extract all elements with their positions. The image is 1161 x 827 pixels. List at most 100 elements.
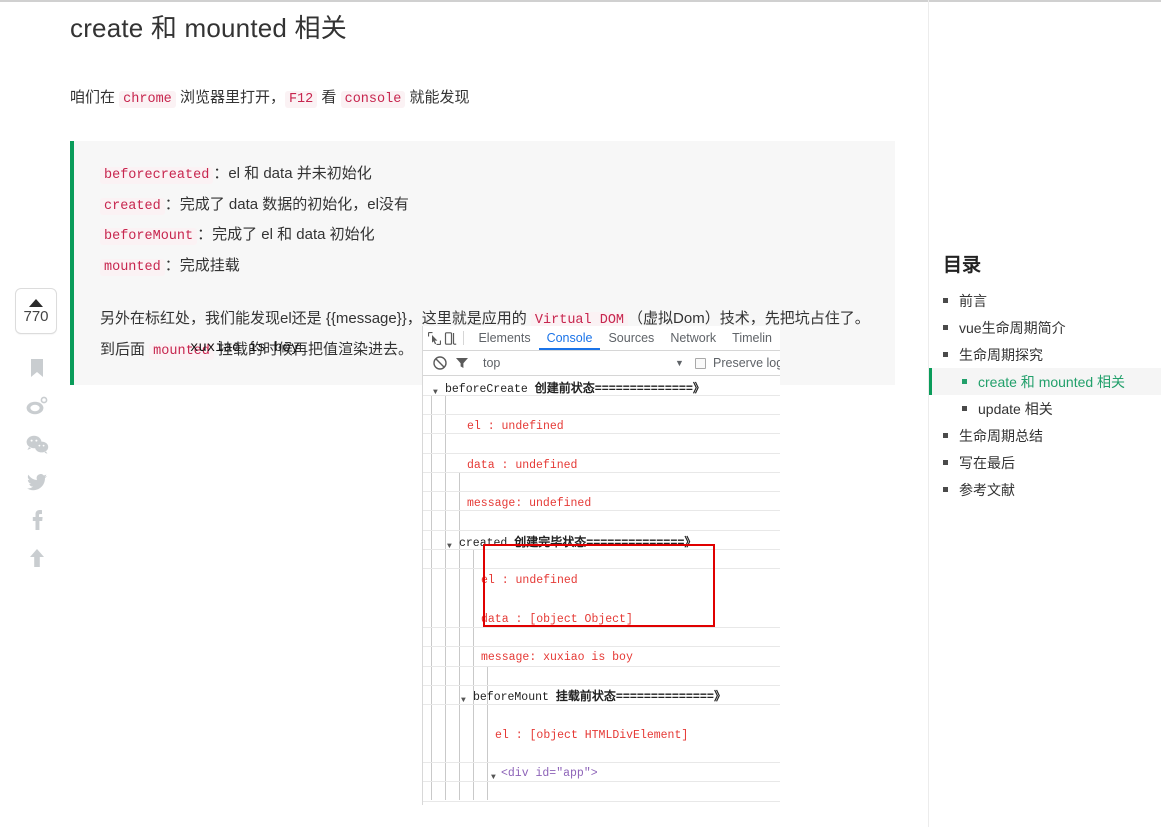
tab-sources[interactable]: Sources	[600, 326, 662, 350]
console-row-divider	[423, 666, 780, 667]
note-para-text-2: （虚拟Dom）技术，先把坑占住了。	[628, 309, 870, 327]
code-beforecreated: beforecreated	[100, 166, 214, 184]
intro-text-3: 看	[317, 89, 341, 106]
intro-text-1: 咱们在	[70, 89, 120, 106]
intro-text-2: 浏览器里打开，	[175, 89, 285, 106]
devtools-filterbar: top ▼ Preserve log	[423, 351, 780, 376]
clear-console-icon[interactable]	[429, 353, 451, 373]
toc-item-label: 前言	[959, 292, 987, 309]
vote-button[interactable]: 770	[15, 288, 57, 334]
preserve-log-label: Preserve log	[713, 356, 780, 370]
weibo-icon[interactable]	[25, 394, 49, 418]
console-log-row: el : [object HTMLDivElement]	[423, 725, 780, 744]
console-row-divider	[423, 781, 780, 782]
upvote-arrow-icon	[29, 298, 43, 307]
bullet-icon	[943, 487, 948, 492]
group-guide-line	[459, 472, 460, 800]
note-line-text: ：el 和 data 并未初始化	[213, 164, 372, 182]
code-created: created	[100, 197, 165, 215]
chevron-expanded-icon[interactable]: ▼	[461, 691, 466, 710]
bookmark-icon[interactable]	[25, 356, 49, 380]
tab-timeline[interactable]: Timelin	[724, 326, 780, 350]
console-row-divider	[423, 704, 780, 705]
toc-item-label: 生命周期总结	[959, 427, 1043, 444]
wechat-icon[interactable]	[25, 432, 49, 456]
code-console: console	[340, 91, 406, 108]
devtools-screenshot: Elements Console Sources Network Timelin…	[422, 326, 780, 805]
toc-item-update[interactable]: update 相关	[929, 395, 1161, 422]
demo-render-output: xuxiao is boy	[190, 340, 300, 356]
tab-elements[interactable]: Elements	[470, 326, 538, 350]
note-line: beforecreated ：el 和 data 并未初始化	[100, 159, 873, 190]
toc-item-label: 生命周期探究	[959, 346, 1043, 363]
chevron-expanded-icon[interactable]: ▼	[433, 383, 438, 402]
code-f12: F12	[284, 91, 318, 108]
facebook-icon[interactable]	[25, 508, 49, 532]
console-row-divider	[423, 433, 780, 434]
console-row-divider	[423, 491, 780, 492]
console-row-divider	[423, 530, 780, 531]
chevron-expanded-icon[interactable]: ▼	[447, 537, 452, 556]
console-row-divider	[423, 453, 780, 454]
console-row-divider	[423, 395, 780, 396]
console-log-key: message: xuxiao is boy	[481, 651, 633, 665]
toc-item-preface[interactable]: 前言	[929, 287, 1161, 314]
preserve-log-checkbox[interactable]	[695, 357, 706, 369]
note-line: mounted ：完成挂载	[100, 251, 873, 282]
console-log-row: data : undefined	[423, 455, 780, 474]
console-row-divider	[423, 801, 780, 802]
highlight-box	[483, 544, 715, 627]
toc-item-lifecycle-summary[interactable]: 生命周期总结	[929, 422, 1161, 449]
note-para-text-1: 另外在标红处，我们能发现el还是 {{message}}，这里就是应用的	[100, 309, 531, 327]
tab-network[interactable]: Network	[662, 326, 724, 350]
console-row-divider	[423, 685, 780, 686]
console-dom-inner: <p>{{ message }}</p>	[519, 802, 657, 805]
tab-console[interactable]: Console	[539, 326, 601, 350]
note-para-text-3: 到后面	[100, 340, 150, 358]
console-dom-row[interactable]: ▼ <div id="app">	[423, 763, 780, 782]
console-row-divider	[423, 510, 780, 511]
console-row-divider	[423, 627, 780, 628]
intro-text-4: 就能发现	[405, 89, 470, 106]
bullet-icon	[962, 406, 967, 411]
twitter-icon[interactable]	[25, 470, 49, 494]
inspect-element-icon[interactable]	[427, 328, 443, 348]
console-row-divider	[423, 762, 780, 763]
code-mounted: mounted	[100, 259, 165, 277]
note-line-text: ：完成了 data 数据的初始化，el没有	[164, 195, 409, 213]
bullet-icon	[943, 298, 948, 303]
toc-item-references[interactable]: 参考文献	[929, 476, 1161, 503]
console-group-header[interactable]: ▼ beforeMount 挂载前状态==============》	[423, 686, 780, 705]
intro-paragraph: 咱们在 chrome 浏览器里打开， F12 看 console 就能发现	[70, 85, 915, 112]
console-group-title: beforeCreate 创建前状态==============》	[445, 381, 705, 396]
filter-icon[interactable]	[451, 353, 473, 373]
bullet-icon	[943, 460, 948, 465]
note-line-text: ：完成挂载	[164, 257, 240, 275]
bullet-icon	[943, 433, 948, 438]
console-log-key: el : [object HTMLDivElement]	[495, 728, 689, 742]
code-beforemount: beforeMount	[100, 228, 198, 246]
console-output: ▼ beforeCreate 创建前状态==============》 el :…	[423, 376, 780, 803]
devtools-tabbar: Elements Console Sources Network Timelin	[423, 326, 780, 351]
back-to-top-icon[interactable]	[25, 546, 49, 570]
console-context-selector[interactable]: top	[483, 356, 500, 370]
bullet-icon	[943, 325, 948, 330]
toolbar-divider	[462, 331, 464, 345]
chevron-expanded-icon[interactable]: ▼	[491, 768, 496, 787]
toc-item-vue-lifecycle-intro[interactable]: vue生命周期简介	[929, 314, 1161, 341]
toc-item-label: create 和 mounted 相关	[978, 373, 1126, 390]
toc-item-create-mounted[interactable]: create 和 mounted 相关	[929, 368, 1161, 395]
device-toolbar-icon[interactable]	[443, 328, 459, 348]
vote-count: 770	[23, 307, 49, 325]
share-icon-list	[0, 356, 74, 570]
toc-item-label: vue生命周期简介	[959, 319, 1066, 336]
note-line-text: ：完成了 el 和 data 初始化	[197, 226, 375, 244]
chevron-down-icon[interactable]: ▼	[675, 358, 684, 368]
toc-item-lifecycle-exploration[interactable]: 生命周期探究	[929, 341, 1161, 368]
toc-item-final-words[interactable]: 写在最后	[929, 449, 1161, 476]
console-input-prompt[interactable]: ›	[431, 804, 439, 805]
bullet-icon	[943, 352, 948, 357]
code-chrome: chrome	[119, 91, 176, 108]
toc-item-label: 参考文献	[959, 481, 1015, 498]
note-line: beforeMount ：完成了 el 和 data 初始化	[100, 220, 873, 251]
